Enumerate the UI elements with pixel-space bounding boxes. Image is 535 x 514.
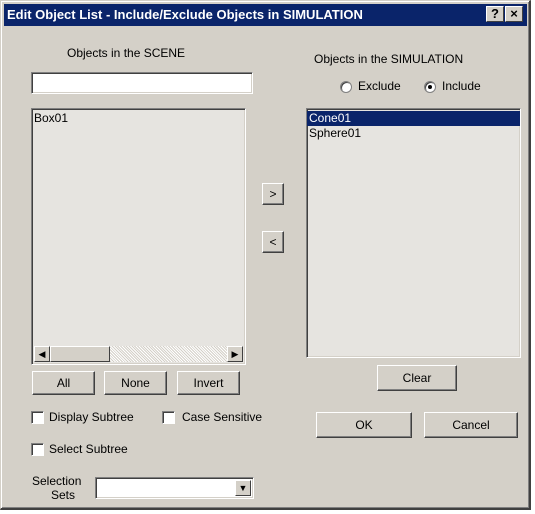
scrollbar-thumb[interactable] — [50, 346, 110, 362]
scene-filter-input[interactable] — [31, 72, 253, 94]
chevron-down-icon: ▼ — [238, 483, 248, 493]
dropdown-arrow-button[interactable]: ▼ — [235, 480, 251, 496]
close-button[interactable]: × — [505, 6, 523, 22]
scene-object-list[interactable]: Box01 ◀ ▶ — [31, 108, 246, 365]
title-bar[interactable]: Edit Object List - Include/Exclude Objec… — [4, 4, 527, 26]
scroll-right-button[interactable]: ▶ — [227, 346, 243, 362]
scroll-left-button[interactable]: ◀ — [34, 346, 50, 362]
select-subtree-checkbox[interactable] — [31, 443, 44, 456]
exclude-label: Exclude — [358, 79, 401, 93]
help-icon: ? — [491, 6, 499, 21]
case-sensitive-checkbox[interactable] — [162, 411, 175, 424]
display-subtree-checkbox[interactable] — [31, 411, 44, 424]
include-radio[interactable] — [424, 81, 436, 93]
display-subtree-label: Display Subtree — [49, 410, 134, 424]
edit-object-list-dialog: Edit Object List - Include/Exclude Objec… — [0, 0, 531, 510]
exclude-radio[interactable] — [340, 81, 352, 93]
none-button[interactable]: None — [104, 371, 167, 395]
remove-from-simulation-button[interactable]: < — [262, 231, 284, 253]
list-item[interactable]: Cone01 — [307, 111, 520, 126]
cancel-button[interactable]: Cancel — [424, 412, 518, 438]
ok-button[interactable]: OK — [316, 412, 412, 438]
list-item[interactable]: Box01 — [32, 111, 245, 126]
simulation-object-list[interactable]: Cone01 Sphere01 — [306, 108, 521, 358]
add-to-simulation-button[interactable]: > — [262, 183, 284, 205]
radio-selected-dot — [428, 85, 432, 89]
select-subtree-label: Select Subtree — [49, 442, 128, 456]
window-title: Edit Object List - Include/Exclude Objec… — [7, 7, 363, 22]
case-sensitive-label: Case Sensitive — [182, 410, 263, 424]
all-button[interactable]: All — [32, 371, 95, 395]
scene-horizontal-scrollbar[interactable]: ◀ ▶ — [34, 346, 243, 362]
scene-heading: Objects in the SCENE — [67, 46, 186, 60]
help-button[interactable]: ? — [486, 6, 504, 22]
clear-button[interactable]: Clear — [377, 365, 457, 391]
invert-button[interactable]: Invert — [177, 371, 240, 395]
list-item[interactable]: Sphere01 — [307, 126, 520, 141]
include-label: Include — [442, 79, 481, 93]
simulation-heading: Objects in the SIMULATION — [314, 52, 464, 66]
close-icon: × — [510, 6, 518, 21]
selection-sets-label: Selection Sets — [32, 474, 82, 502]
selection-sets-dropdown[interactable]: ▼ — [95, 477, 254, 499]
